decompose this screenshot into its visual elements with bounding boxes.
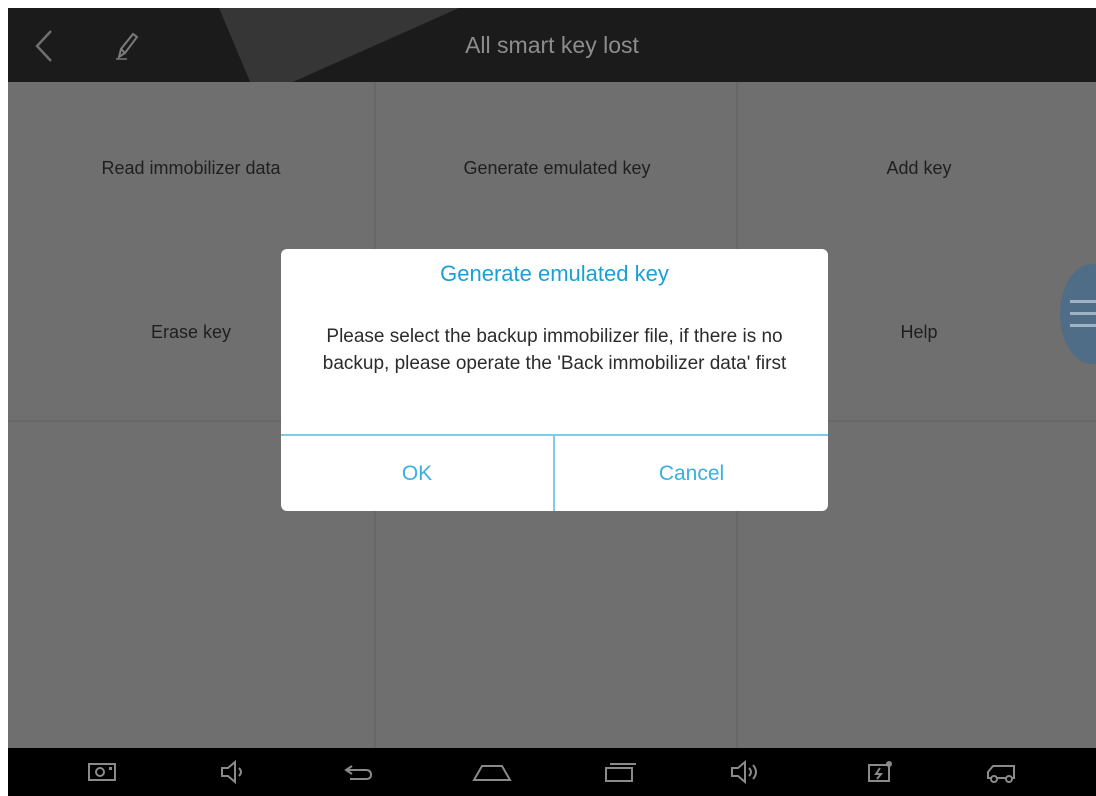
battery-icon-svg [868, 761, 892, 782]
system-navigation-bar [8, 748, 1096, 796]
menu-item-add-key[interactable]: Add key [738, 158, 1096, 179]
back-icon[interactable] [338, 756, 378, 788]
home-icon-svg [472, 765, 512, 781]
menu-item-read-immobilizer-data[interactable]: Read immobilizer data [10, 158, 372, 179]
volume-down-icon-svg [221, 760, 242, 784]
volume-up-icon[interactable] [726, 756, 766, 788]
dialog-title: Generate emulated key [440, 261, 669, 286]
menu-item-generate-emulated-key[interactable]: Generate emulated key [376, 158, 738, 179]
hamburger-icon [1070, 324, 1096, 327]
top-app-bar: All smart key lost [8, 8, 1096, 98]
page-title: All smart key lost [465, 32, 639, 58]
battery-icon[interactable] [860, 756, 900, 788]
back-icon-svg [344, 765, 373, 780]
volume-up-icon-svg [731, 760, 757, 784]
ok-button[interactable]: OK [281, 436, 553, 511]
recent-apps-icon[interactable] [600, 756, 640, 788]
cancel-button[interactable]: Cancel [555, 436, 828, 511]
car-icon[interactable] [982, 756, 1022, 788]
screenshot-icon-svg [88, 763, 116, 781]
home-icon[interactable] [472, 756, 512, 788]
dialog-message: Please select the backup immobilizer fil… [322, 326, 787, 374]
car-icon-svg [987, 765, 1015, 783]
hamburger-icon [1070, 300, 1096, 303]
volume-down-icon[interactable] [213, 756, 253, 788]
recent-apps-icon-svg [605, 763, 636, 782]
hamburger-icon [1070, 312, 1096, 315]
screenshot-icon[interactable] [82, 756, 122, 788]
generate-emulated-key-dialog: Generate emulated key Please select the … [281, 249, 828, 511]
